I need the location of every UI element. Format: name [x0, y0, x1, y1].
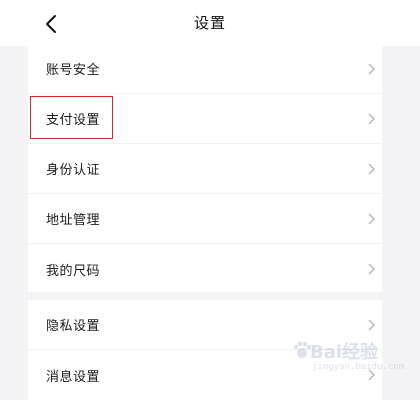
settings-item-label: 隐私设置	[46, 319, 101, 334]
page-title: 设置	[193, 14, 226, 32]
settings-group-account: 账号安全 支付设置 身份认证 地址管理 我的尺码	[28, 44, 382, 292]
settings-group-privacy: 隐私设置 消息设置	[28, 300, 382, 400]
settings-item-label: 身份认证	[46, 163, 101, 178]
settings-item-privacy[interactable]: 隐私设置	[28, 300, 382, 350]
settings-item-label: 我的尺码	[46, 263, 101, 279]
settings-item-payment[interactable]: 支付设置	[28, 94, 382, 144]
chevron-right-icon	[368, 213, 375, 224]
chevron-right-icon	[368, 369, 375, 381]
nav-header: 设置	[0, 0, 420, 46]
settings-item-size[interactable]: 我的尺码	[28, 244, 382, 294]
settings-screen: 设置 账号安全 支付设置 身份认证 地址管理 我的尺码 隐私设置 消息设置 Ba…	[0, 0, 420, 400]
chevron-right-icon	[368, 263, 375, 275]
settings-item-label: 支付设置	[46, 113, 101, 128]
settings-item-account-security[interactable]: 账号安全	[28, 44, 382, 94]
settings-item-label: 地址管理	[46, 213, 101, 228]
settings-item-identity[interactable]: 身份认证	[28, 144, 382, 194]
settings-item-address[interactable]: 地址管理	[28, 194, 382, 244]
settings-item-notifications[interactable]: 消息设置	[28, 350, 382, 400]
settings-item-label: 账号安全	[46, 63, 101, 78]
chevron-right-icon	[368, 163, 375, 174]
settings-item-label: 消息设置	[46, 369, 101, 385]
chevron-right-icon	[368, 113, 375, 124]
chevron-right-icon	[368, 319, 375, 330]
chevron-right-icon	[368, 63, 375, 74]
